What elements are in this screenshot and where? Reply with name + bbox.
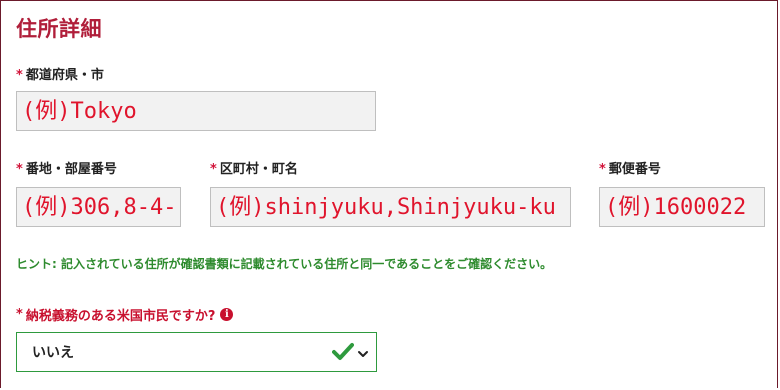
street-label: * 番地・部屋番号 [16,158,117,177]
postal-label: * 郵便番号 [599,158,661,177]
town-field[interactable] [210,187,571,227]
city-input[interactable] [22,98,370,124]
required-marker: * [210,162,217,177]
street-label-text: 番地・部屋番号 [25,162,117,177]
required-marker: * [16,162,23,177]
us-taxpayer-select[interactable]: いいえ [16,332,377,372]
required-marker: * [16,68,23,83]
select-value: いいえ [32,345,74,361]
street-field[interactable] [16,187,181,227]
tax-question-label: * 納税義務のある米国市民ですか? i [16,305,234,324]
chevron-down-icon[interactable] [357,347,369,363]
postal-label-text: 郵便番号 [608,162,661,177]
postal-field[interactable] [599,187,765,227]
city-label: * 都道府県・市 [16,64,104,83]
town-input[interactable] [216,194,565,220]
required-marker: * [599,162,606,177]
postal-input[interactable] [605,194,759,220]
town-label: * 区町村・町名 [210,158,298,177]
town-label-text: 区町村・町名 [219,162,298,177]
tax-question-text: 納税義務のある米国市民ですか? [25,309,216,324]
section-title: 住所詳細 [16,17,102,41]
city-field[interactable] [16,91,376,131]
required-marker: * [16,307,23,322]
street-input[interactable] [22,194,175,220]
check-icon [332,341,354,367]
city-label-text: 都道府県・市 [25,68,104,83]
address-hint: ヒント: 記入されている住所が確認書類に記載されている住所と同一であることをご確… [16,257,553,271]
address-details-panel: 住所詳細 *都道府県・市 *番地・部屋番号 *区町村・町名 *郵便番号 ヒント:… [0,0,778,388]
info-icon[interactable]: i [220,308,234,321]
